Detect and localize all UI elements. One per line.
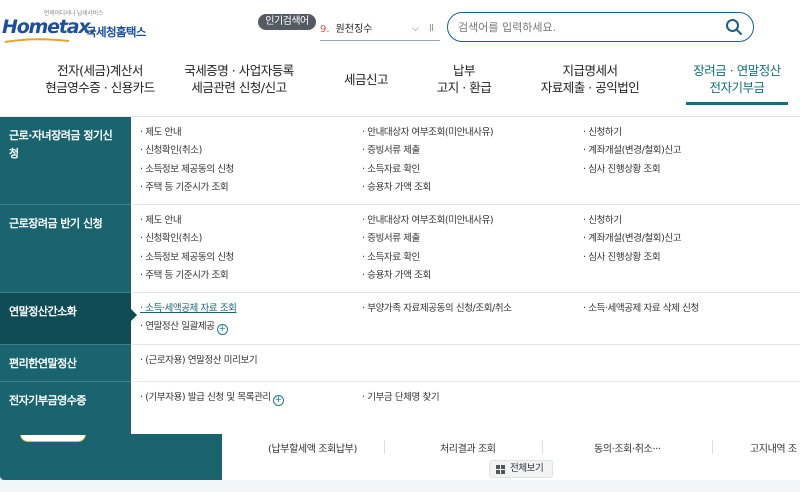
nav-item-line1: 장려금 · 연말정산	[693, 63, 781, 78]
menu-section-label[interactable]: 편리한연말정산	[0, 345, 131, 382]
plus-icon[interactable]: +	[272, 395, 284, 406]
nav-item-line1: 세금신고	[343, 72, 389, 87]
menu-section-convenient-yearend: 편리한연말정산 · (근로자용) 연말정산 미리보기	[0, 345, 800, 382]
nav-item-payment[interactable]: 납부 고지 · 환급	[424, 62, 504, 96]
menu-section-yearend-simplified: 연말정산간소화 · 소득·세액공제 자료 조회 · 연말정산 일괄제공 + · 부…	[0, 293, 800, 345]
menu-link[interactable]: · 증빙서류 제출	[362, 233, 420, 245]
bottom-shadow	[0, 480, 800, 492]
menu-link[interactable]: · 연말정산 일괄제공 +	[140, 321, 228, 335]
nav-item-line2: 자료제출 · 공익법인	[540, 80, 640, 95]
menu-link[interactable]: · 심사 진행상황 조회	[583, 164, 661, 176]
menu-link[interactable]: · 기부금 단체명 찾기	[362, 392, 440, 404]
menu-link[interactable]: · 제도 안내	[140, 127, 182, 139]
nav-item-line2: 현금영수증 · 신용카드	[45, 80, 155, 95]
nav-item-line1: 납부	[452, 63, 476, 78]
menu-link[interactable]: · (근로자용) 연말정산 미리보기	[140, 355, 258, 367]
menu-link[interactable]: · 제도 안내	[140, 215, 182, 227]
nav-item-line2: 고지 · 환급	[436, 80, 492, 95]
plus-icon[interactable]: +	[216, 324, 228, 335]
nav-item-line2: 전자기부금	[709, 80, 765, 95]
logo-title: 국세청홈택스	[86, 25, 146, 39]
menu-link[interactable]: · 소득·세액공제 자료 삭제 신청	[583, 303, 699, 315]
menu-link[interactable]: · 주택 등 기준시가 조회	[140, 182, 229, 194]
chevron-down-icon[interactable]: ⌵	[412, 24, 419, 34]
mega-menu: 근로·자녀장려금 정기신청 · 제도 안내 · 신청확인(취소) · 소득정보 …	[0, 116, 800, 435]
menu-link-text: · (기부자용) 발급 신청 및 목록관리	[140, 392, 271, 403]
nav-item-e-invoice[interactable]: 전자(세금)계산서 현금영수증 · 신용카드	[40, 62, 160, 96]
nav-item-tax-filing[interactable]: 세금신고	[336, 71, 396, 88]
menu-link[interactable]: · 증빙서류 제출	[362, 145, 420, 157]
menu-link[interactable]: · 신청확인(취소)	[140, 233, 202, 245]
nav-item-certificates[interactable]: 국세증명 · 사업자등록 세금관련 신청/신고	[176, 62, 302, 96]
divider	[712, 440, 713, 454]
popular-keyword-text: 원천징수	[335, 24, 373, 35]
view-all-label: 전체보기	[510, 463, 544, 474]
menu-section-incentive-half: 근로장려금 반기 신청 · 제도 안내 · 신청확인(취소) · 소득정보 제공…	[0, 205, 800, 293]
menu-link[interactable]: · 소득자료 확인	[362, 252, 420, 264]
nav-active-underline	[686, 102, 788, 105]
logo-swoosh-icon	[4, 38, 70, 43]
popular-rank-number: 9.	[320, 24, 330, 35]
menu-link[interactable]: · 안내대상자 여부조회(미안내사유)	[362, 127, 494, 139]
menu-link[interactable]: · 부양가족 자료제공동의 신청/조회/취소	[362, 303, 512, 315]
service-link[interactable]: 동의·조회·취소···	[594, 440, 661, 455]
popular-badge: 인기검색어	[258, 14, 316, 30]
menu-link[interactable]: · 신청하기	[583, 127, 622, 139]
service-link[interactable]: 고지내역 조	[750, 440, 797, 455]
menu-link[interactable]: · 심사 진행상황 조회	[583, 252, 661, 264]
main-nav: 전자(세금)계산서 현금영수증 · 신용카드 국세증명 · 사업자등록 세금관련…	[0, 58, 800, 114]
menu-link[interactable]: · (기부자용) 발급 신청 및 목록관리 +	[140, 392, 284, 406]
nav-item-payment-statement[interactable]: 지급명세서 자료제출 · 공익법인	[531, 62, 649, 96]
menu-section-label[interactable]: 연말정산간소화	[0, 293, 137, 345]
search-input[interactable]	[458, 18, 708, 36]
search-icon[interactable]	[725, 18, 743, 36]
menu-section-label[interactable]: 전자기부금영수증	[0, 382, 131, 435]
menu-link-text: · 연말정산 일괄제공	[140, 321, 215, 332]
nav-item-line1: 국세증명 · 사업자등록	[184, 63, 294, 78]
popular-keyword-item[interactable]: 9. 원천징수	[320, 23, 440, 41]
search-box	[447, 12, 754, 42]
menu-section-label[interactable]: 근로·자녀장려금 정기신청	[0, 117, 120, 205]
divider	[384, 440, 385, 454]
service-link[interactable]: (납부할세액 조회납부)	[268, 440, 357, 455]
service-link[interactable]: 처리결과 조회	[440, 440, 496, 455]
view-all-button[interactable]: 전체보기	[489, 460, 553, 478]
menu-link[interactable]: · 승용차 가액 조회	[362, 270, 431, 282]
menu-link-active[interactable]: · 소득·세액공제 자료 조회	[140, 303, 237, 315]
pause-icon[interactable]: II	[429, 23, 434, 34]
menu-link[interactable]: · 계좌개설(변경/철회)신고	[583, 145, 681, 157]
logo-wordmark: Hometax.	[2, 16, 97, 38]
menu-section-label-text: 연말정산간소화	[9, 305, 77, 318]
menu-link[interactable]: · 안내대상자 여부조회(미안내사유)	[362, 215, 494, 227]
menu-link[interactable]: · 신청확인(취소)	[140, 145, 202, 157]
menu-link[interactable]: · 소득정보 제공동의 신청	[140, 164, 234, 176]
menu-link[interactable]: · 신청하기	[583, 215, 622, 227]
menu-link[interactable]: · 소득정보 제공동의 신청	[140, 252, 234, 264]
divider	[542, 440, 543, 454]
hometax-logo[interactable]: 언제어디서나 납세서비스 Hometax. 국세청홈택스	[2, 8, 162, 48]
service-card: (납부할세액 조회납부) 처리결과 조회 동의·조회·취소··· 고지내역 조 …	[222, 434, 800, 480]
menu-section-label[interactable]: 근로장려금 반기 신청	[0, 205, 131, 293]
quick-services-strip: (납부할세액 조회납부) 처리결과 조회 동의·조회·취소··· 고지내역 조 …	[0, 434, 800, 492]
menu-section-donation-receipt: 전자기부금영수증 · (기부자용) 발급 신청 및 목록관리 + · 기부금 단체…	[0, 382, 800, 435]
menu-link[interactable]: · 계좌개설(변경/철회)신고	[583, 233, 681, 245]
menu-link[interactable]: · 소득자료 확인	[362, 164, 420, 176]
menu-link[interactable]: · 주택 등 기준시가 조회	[140, 270, 229, 282]
active-arrow-icon	[131, 309, 137, 321]
nav-item-line2: 세금관련 신청/신고	[191, 80, 287, 95]
menu-link[interactable]: · 승용차 가액 조회	[362, 182, 431, 194]
nav-item-line1: 전자(세금)계산서	[57, 63, 143, 78]
menu-section-incentive-regular: 근로·자녀장려금 정기신청 · 제도 안내 · 신청확인(취소) · 소득정보 …	[0, 117, 800, 205]
pill-button[interactable]	[20, 434, 86, 442]
site-header: 언제어디서나 납세서비스 Hometax. 국세청홈택스 인기검색어 9. 원천징…	[0, 0, 800, 56]
nav-item-incentive-yearend[interactable]: 장려금 · 연말정산 전자기부금	[684, 62, 790, 96]
nav-item-line1: 지급명세서	[562, 63, 618, 78]
grid-icon	[496, 465, 505, 474]
